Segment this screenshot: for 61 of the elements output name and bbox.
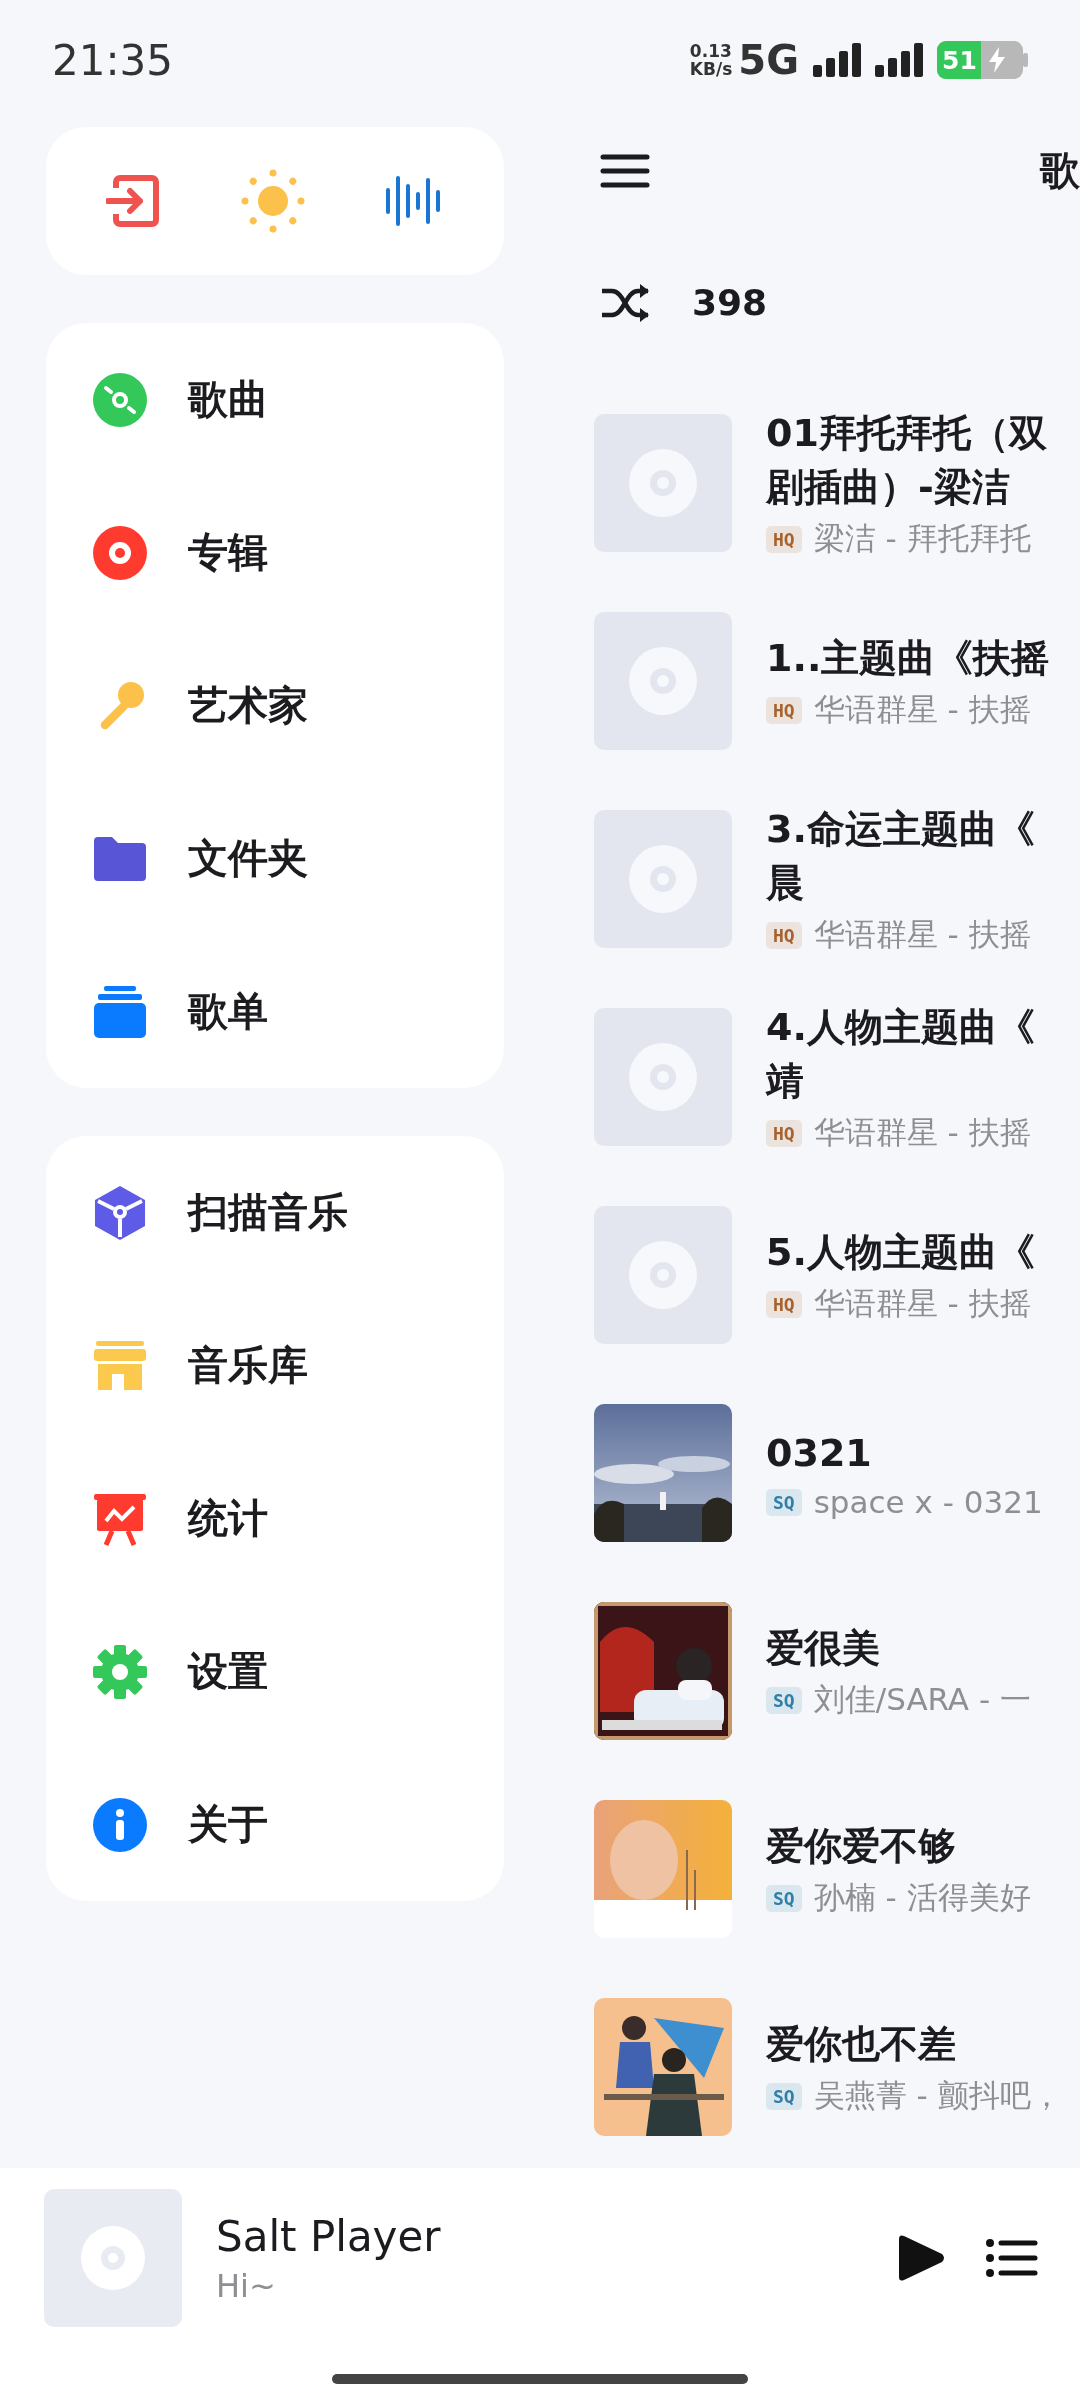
play-icon[interactable] bbox=[896, 2233, 946, 2283]
song-item[interactable]: 01拜托拜托（双 剧插曲）-梁洁 HQ 梁洁 - 拜托拜托 bbox=[590, 384, 1080, 582]
song-title: 3.命运主题曲《 晨 bbox=[766, 806, 1035, 907]
page-title: 歌 bbox=[1040, 146, 1080, 195]
menu-item[interactable]: 音乐库 bbox=[46, 1289, 504, 1442]
battery-percent: 51 bbox=[942, 45, 977, 75]
menu-item[interactable]: 歌单 bbox=[46, 935, 504, 1088]
menu-item[interactable]: 统计 bbox=[46, 1442, 504, 1595]
song-subtitle: 华语群星 - 扶摇 bbox=[813, 1284, 1031, 1323]
song-item[interactable]: 0321 SQ space x - 0321 bbox=[590, 1374, 1080, 1572]
song-title: 爱你也不差 bbox=[766, 2021, 957, 2068]
song-subtitle: 华语群星 - 扶摇 bbox=[813, 915, 1031, 954]
song-title: 0321 bbox=[766, 1430, 873, 1477]
menu-item[interactable]: 文件夹 bbox=[46, 782, 504, 935]
song-subtitle: 华语群星 - 扶摇 bbox=[813, 1113, 1031, 1152]
net-speed: 0.13 bbox=[689, 42, 733, 60]
song-item[interactable]: 爱你也不差 SQ 吴燕菁 - 颤抖吧， bbox=[590, 1968, 1080, 2166]
status-time: 21:35 bbox=[52, 35, 175, 85]
song-subtitle: 华语群星 - 扶摇 bbox=[813, 690, 1031, 729]
quality-tag: HQ bbox=[766, 525, 802, 553]
song-title: 01拜托拜托（双 剧插曲）-梁洁 bbox=[766, 410, 1047, 511]
song-item[interactable]: 4.人物主题曲《 靖 HQ 华语群星 - 扶摇 bbox=[590, 978, 1080, 1176]
quality-tag: SQ bbox=[766, 2082, 802, 2110]
queue-icon[interactable] bbox=[986, 2238, 1038, 2278]
menu-item[interactable]: 专辑 bbox=[46, 476, 504, 629]
song-subtitle: 刘佳/SARA - 一 bbox=[813, 1680, 1031, 1719]
song-subtitle: 吴燕菁 - 颤抖吧， bbox=[813, 2076, 1062, 2115]
song-title: 5.人物主题曲《 bbox=[766, 1229, 1035, 1276]
menu-item[interactable]: 设置 bbox=[46, 1595, 504, 1748]
menu-item[interactable]: 艺术家 bbox=[46, 629, 504, 782]
quality-tag: SQ bbox=[766, 1686, 802, 1714]
song-title: 4.人物主题曲《 靖 bbox=[766, 1004, 1035, 1105]
song-item[interactable]: 5.人物主题曲《 HQ 华语群星 - 扶摇 bbox=[590, 1176, 1080, 1374]
song-title: 爱你爱不够 bbox=[766, 1823, 957, 1870]
network-type: 5G bbox=[738, 37, 799, 83]
menu-item[interactable]: 关于 bbox=[46, 1748, 504, 1901]
quality-tag: HQ bbox=[766, 921, 802, 949]
signal-icon bbox=[813, 43, 863, 77]
net-speed-unit: KB/s bbox=[689, 60, 733, 78]
menu-item[interactable]: 扫描音乐 bbox=[46, 1136, 504, 1289]
song-item[interactable]: 爱你爱不够 SQ 孙楠 - 活得美好 bbox=[590, 1770, 1080, 1968]
song-item[interactable]: 爱很美 SQ 刘佳/SARA - 一 bbox=[590, 1572, 1080, 1770]
quality-tag: HQ bbox=[766, 1290, 802, 1318]
quality-tag: SQ bbox=[766, 1884, 802, 1912]
menu-item[interactable]: 歌曲 bbox=[46, 323, 504, 476]
menu-icon[interactable] bbox=[600, 153, 650, 188]
quality-tag: SQ bbox=[766, 1488, 802, 1516]
shuffle-button[interactable]: 398 bbox=[590, 221, 768, 384]
song-title: 爱很美 bbox=[766, 1625, 881, 1672]
track-title: Salt Player bbox=[216, 2211, 442, 2261]
song-item[interactable]: 1..主题曲《扶摇 HQ 华语群星 - 扶摇 bbox=[590, 582, 1080, 780]
quality-tag: HQ bbox=[766, 696, 802, 724]
song-title: 1..主题曲《扶摇 bbox=[766, 635, 1050, 682]
signal-icon bbox=[875, 43, 925, 77]
song-item[interactable]: 3.命运主题曲《 晨 HQ 华语群星 - 扶摇 bbox=[590, 780, 1080, 978]
track-subtitle: Hi~ bbox=[216, 2266, 277, 2305]
quality-tag: HQ bbox=[766, 1119, 802, 1147]
song-subtitle: space x - 0321 bbox=[813, 1484, 1043, 1520]
song-subtitle: 孙楠 - 活得美好 bbox=[813, 1878, 1031, 1917]
sign-in-icon[interactable] bbox=[106, 174, 161, 228]
song-subtitle: 梁洁 - 拜托拜托 bbox=[813, 519, 1031, 558]
